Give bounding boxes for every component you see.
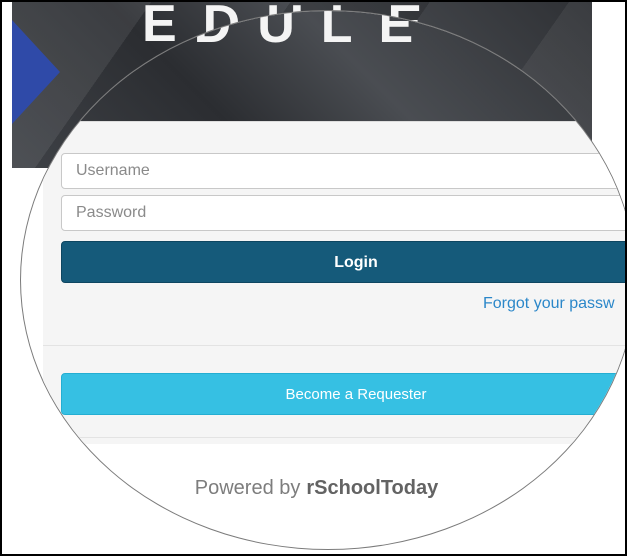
powered-by-text: Powered by [194,477,301,499]
lens-banner-title: EDULE [133,10,440,54]
username-input[interactable] [61,153,625,189]
forgot-password-link[interactable]: Forgot your passw [483,295,615,313]
lens-content: EDULE Login Forgot your passw Become a R… [21,10,625,549]
brand-name[interactable]: rSchoolToday [306,477,438,499]
divider [43,345,625,346]
footer-divider [43,437,625,438]
password-input[interactable] [61,195,625,231]
powered-by: Powered by rSchoolToday [21,477,625,500]
magnifier-lens: EDULE Login Forgot your passw Become a R… [20,10,625,550]
screenshot-frame: EDULE EDULE Login Forgot your passw Beco… [0,0,627,556]
become-requester-button[interactable]: Become a Requester [61,373,625,415]
login-button[interactable]: Login [61,241,625,283]
